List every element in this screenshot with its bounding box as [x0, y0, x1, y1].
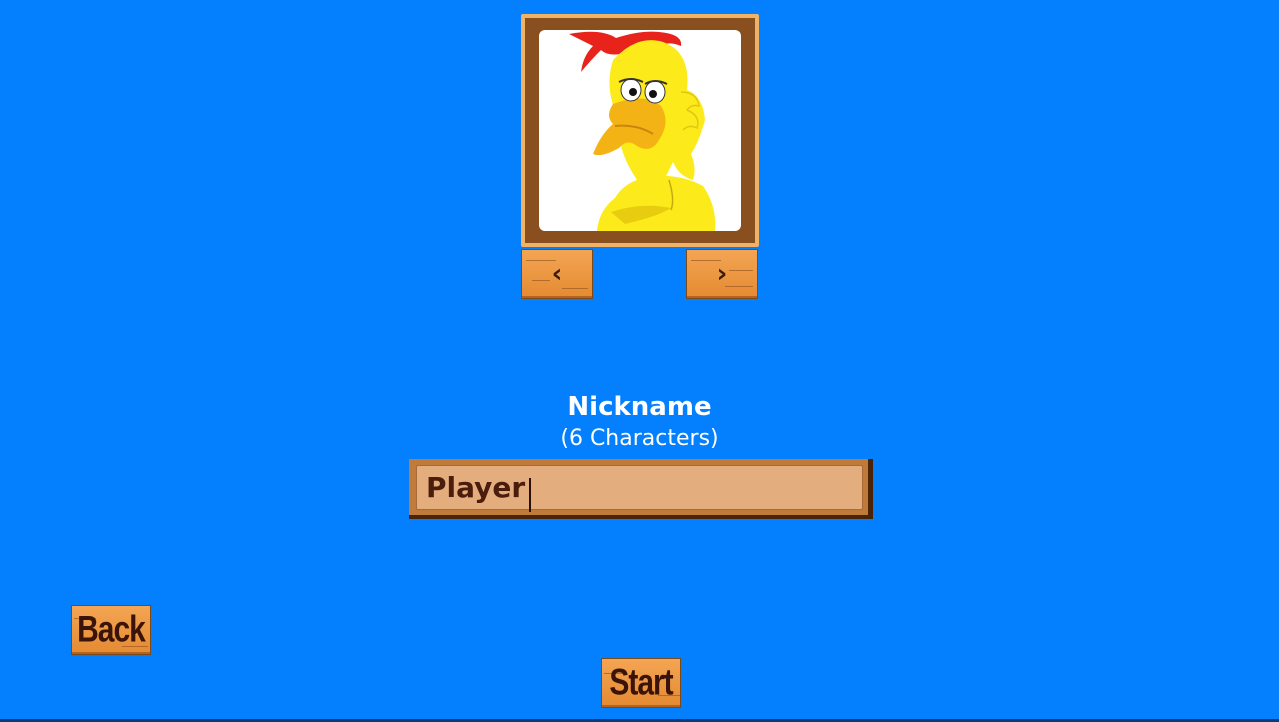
character-portrait	[539, 30, 741, 231]
nickname-field-inner	[416, 465, 863, 512]
character-portrait-frame	[521, 14, 759, 247]
nickname-input[interactable]	[417, 466, 862, 509]
nickname-title: Nickname	[567, 392, 712, 422]
previous-character-button[interactable]: ‹	[521, 249, 593, 299]
back-button-label: Back	[77, 608, 146, 650]
text-caret	[529, 478, 531, 512]
back-button[interactable]: Back	[71, 605, 151, 655]
rooster-character-image	[569, 31, 716, 231]
nickname-field[interactable]	[409, 459, 873, 519]
start-button[interactable]: Start	[601, 658, 681, 708]
start-button-label: Start	[609, 661, 673, 703]
next-character-button[interactable]: ›	[686, 249, 758, 299]
chevron-left-icon: ‹	[551, 259, 563, 289]
chevron-right-icon: ›	[716, 259, 728, 289]
nickname-hint: (6 Characters)	[560, 426, 719, 451]
